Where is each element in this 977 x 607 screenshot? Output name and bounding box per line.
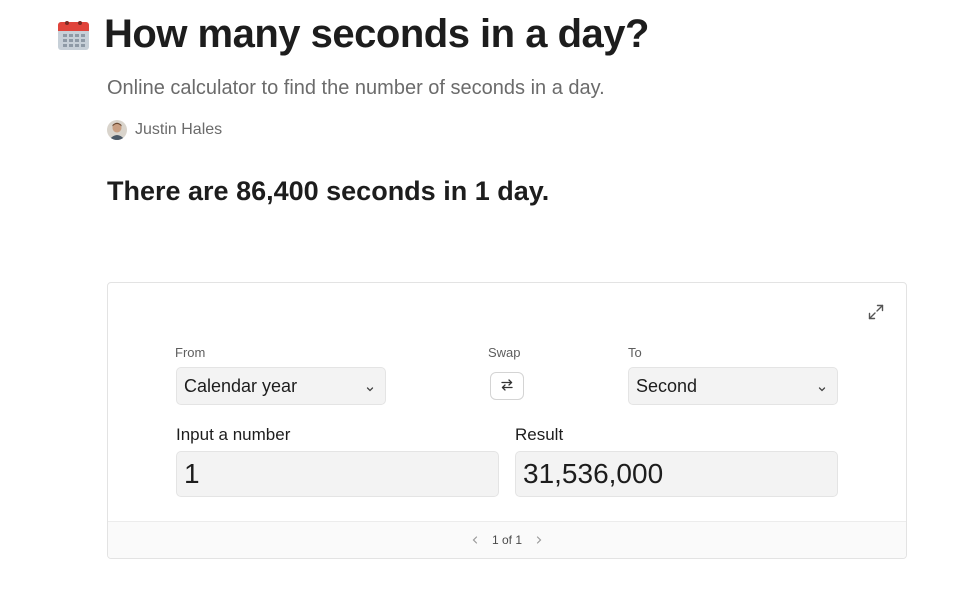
swap-arrows-icon (499, 378, 515, 395)
chevron-down-icon (365, 381, 375, 392)
to-label: To (628, 345, 642, 360)
avatar[interactable] (107, 120, 127, 140)
result-value: 31,536,000 (523, 458, 664, 489)
swap-button[interactable] (490, 372, 524, 400)
input-label: Input a number (176, 425, 291, 444)
from-unit-value: Calendar year (184, 375, 298, 396)
page-header: How many seconds in a day? (57, 12, 649, 57)
expand-icon[interactable] (866, 302, 886, 322)
from-label: From (175, 345, 206, 360)
chevron-left-icon[interactable] (470, 535, 480, 545)
unit-converter-card: From Calendar year Swap To Second Input … (107, 282, 907, 559)
swap-label: Swap (488, 345, 521, 360)
to-unit-value: Second (636, 375, 698, 396)
input-number-field[interactable] (176, 451, 499, 497)
card-footer: 1 of 1 (108, 521, 906, 558)
answer-heading: There are 86,400 seconds in 1 day. (107, 176, 550, 206)
result-field: 31,536,000 (515, 451, 838, 497)
chevron-right-icon[interactable] (534, 535, 544, 545)
page-indicator: 1 of 1 (491, 533, 523, 547)
number-input[interactable] (184, 458, 498, 490)
author-byline[interactable]: Justin Hales (107, 120, 222, 140)
page-title: How many seconds in a day? (104, 12, 649, 56)
pagination: 1 of 1 (470, 533, 544, 547)
author-name[interactable]: Justin Hales (135, 121, 222, 139)
to-unit-select[interactable]: Second (628, 367, 838, 405)
result-label: Result (515, 425, 564, 444)
chevron-down-icon (817, 381, 827, 392)
calendar-icon (57, 18, 90, 51)
from-unit-select[interactable]: Calendar year (176, 367, 386, 405)
page-subtitle: Online calculator to find the number of … (107, 77, 605, 99)
